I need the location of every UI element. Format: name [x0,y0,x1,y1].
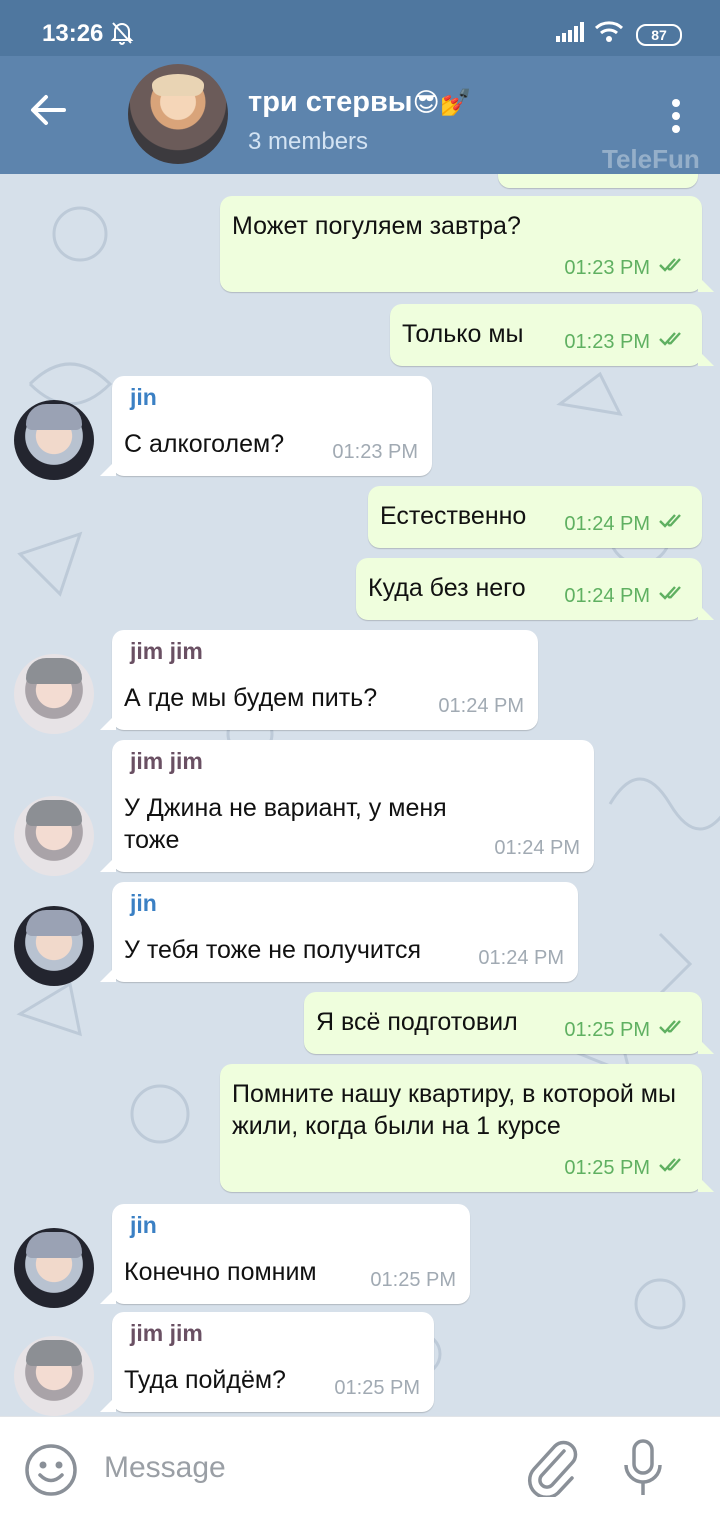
chat-title-text: три стервы [248,86,413,118]
avatar-jim-jim[interactable] [14,1336,94,1416]
group-avatar[interactable] [128,64,228,164]
message-text: Естественно [380,502,527,530]
message-time: 01:23 PM [564,256,650,279]
battery-indicator: 87 [636,24,682,46]
message-meta: 01:25 PM [334,1377,420,1400]
avatar-jin[interactable] [14,400,94,480]
avatar-jin[interactable] [14,1228,94,1308]
message-text: А где мы будем пить? [124,684,378,712]
message-meta: 01:24 PM [564,584,688,608]
sender-name[interactable]: jin [130,890,157,917]
chat-title-emoji: 😎💅 [412,87,473,117]
message-meta: 01:25 PM [564,1018,688,1042]
message-text: Конечно помним [124,1258,317,1286]
watermark: TeleFun [602,144,700,174]
chat-title[interactable]: три стервы😎💅 [248,86,472,119]
message-time: 01:25 PM [564,1018,650,1041]
message-bubble-outgoing[interactable]: Куда без него 01:24 PM [356,558,714,620]
avatar-jin[interactable] [14,906,94,986]
message-bubble-incoming[interactable]: jim jim А где мы будем пить? 01:24 PM [100,630,538,730]
emoji-icon[interactable] [24,1443,78,1502]
message-time: 01:24 PM [478,947,564,969]
sender-name[interactable]: jin [130,1212,157,1239]
message-bubble-incoming[interactable]: jim jim У Джина не вариант, у меня тоже … [100,740,594,872]
read-check-icon [658,330,688,354]
status-bar: 13:26 87 [0,0,720,56]
sender-name[interactable]: jim jim [130,638,203,665]
message-time: 01:24 PM [564,584,650,607]
read-check-icon [658,512,688,536]
message-meta: 01:25 PM [564,1156,688,1180]
avatar-jim-jim[interactable] [14,796,94,876]
message-bubble-incoming[interactable]: jin С алкоголем? 01:23 PM [100,376,432,476]
message-text: Туда пойдём? [124,1366,286,1394]
message-text: Помните нашу квартиру, в которой мы жили… [232,1080,676,1140]
wifi-icon [594,20,624,47]
read-check-icon [658,584,688,608]
back-arrow-icon[interactable] [30,94,66,131]
message-meta: 01:24 PM [438,695,524,718]
message-meta: 01:24 PM [494,837,580,860]
status-time: 13:26 [42,20,104,47]
message-text: С алкоголем? [124,430,285,458]
message-bubble-outgoing[interactable]: Естественно 01:24 PM [368,486,702,548]
message-bubble-incoming[interactable]: jim jim Туда пойдём? 01:25 PM [100,1312,434,1412]
message-meta: 01:23 PM [564,330,688,354]
message-text: У тебя тоже не получится [124,936,422,964]
read-check-icon [658,1018,688,1042]
message-time: 01:24 PM [438,695,524,717]
chat-header: три стервы😎💅 3 members TeleFun [0,56,720,174]
message-time: 01:25 PM [564,1156,650,1179]
message-meta: 01:23 PM [564,256,688,280]
message-time: 01:24 PM [564,512,650,535]
message-bubble-incoming[interactable]: jin У тебя тоже не получится 01:24 PM [100,882,578,982]
message-text: Может погуляем завтра? [232,212,521,240]
message-bubble-outgoing[interactable]: Может погуляем завтра? 01:23 PM [220,196,714,292]
more-options-icon[interactable] [670,98,682,139]
sender-name[interactable]: jin [130,384,157,411]
sender-name[interactable]: jim jim [130,748,203,775]
message-bubble-outgoing[interactable]: Помните нашу квартиру, в которой мы жили… [220,1064,714,1192]
message-text: Куда без него [368,574,526,602]
sender-name[interactable]: jim jim [130,1320,203,1347]
message-composer: Message [0,1416,720,1521]
message-bubble-outgoing[interactable]: Я всё подготовил 01:25 PM [304,992,714,1054]
message-text: У Джина не вариант, у меня тоже [124,794,447,854]
message-input[interactable]: Message [104,1451,226,1485]
message-meta: 01:24 PM [564,512,688,536]
message-bubble-partial [498,174,698,188]
message-text: Я всё подготовил [316,1008,518,1036]
message-text: Только мы [402,320,524,348]
microphone-icon[interactable] [622,1439,664,1504]
message-time: 01:25 PM [370,1269,456,1291]
message-meta: 01:24 PM [478,947,564,970]
message-time: 01:23 PM [332,441,418,463]
message-time: 01:24 PM [494,837,580,859]
message-time: 01:25 PM [334,1377,420,1399]
read-check-icon [658,1156,688,1180]
member-count: 3 members [248,128,369,155]
attach-icon[interactable] [526,1439,580,1502]
message-bubble-incoming[interactable]: jin Конечно помним 01:25 PM [100,1204,470,1304]
message-list[interactable]: Может погуляем завтра? 01:23 PM Только м… [0,174,720,1416]
message-time: 01:23 PM [564,330,650,353]
message-meta: 01:25 PM [370,1269,456,1292]
read-check-icon [658,256,688,280]
muted-bell-icon [110,20,134,51]
avatar-jim-jim[interactable] [14,654,94,734]
message-meta: 01:23 PM [332,441,418,464]
message-bubble-outgoing[interactable]: Только мы 01:23 PM [390,304,714,366]
signal-icon [556,22,586,47]
